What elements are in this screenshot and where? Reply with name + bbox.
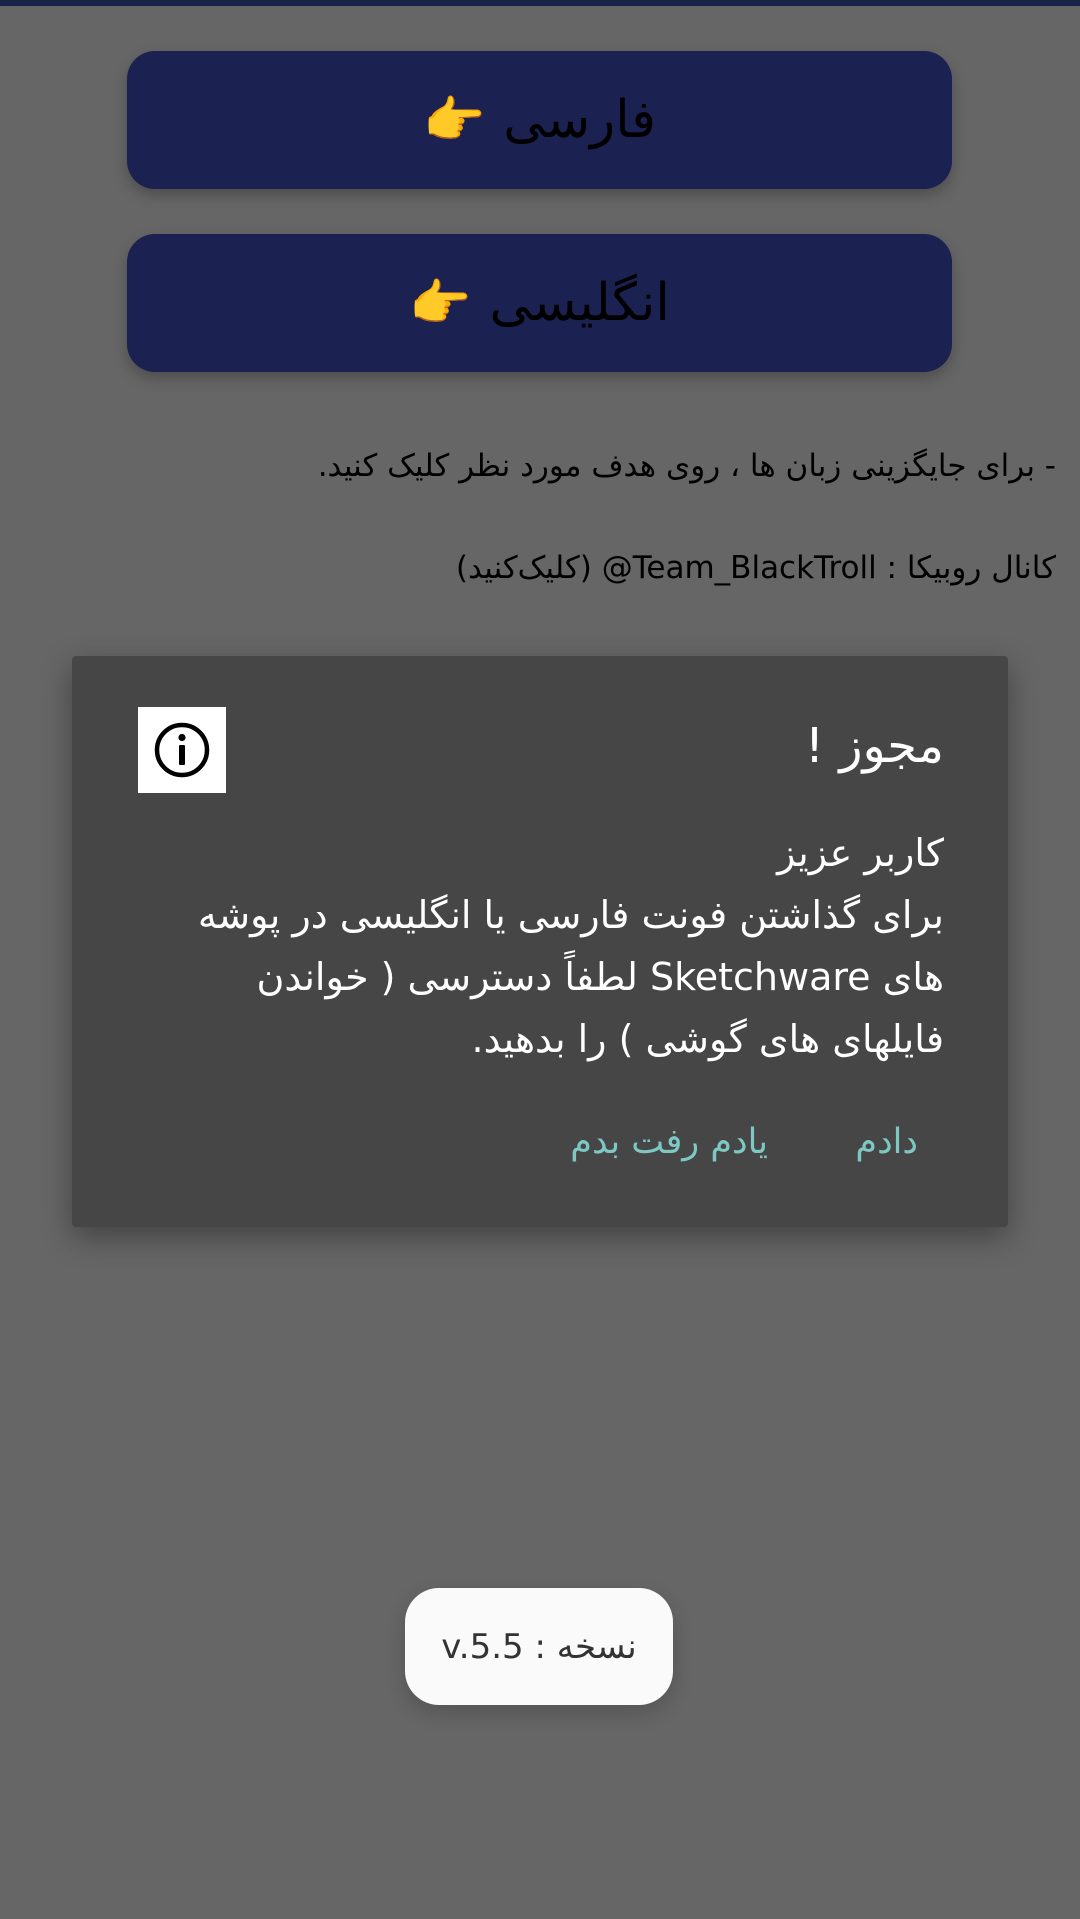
permission-dialog: مجوز ! کاربر عزیز برای گذاشتن فونت فارسی… [72, 656, 1008, 1227]
dialog-title: مجوز ! [804, 718, 944, 774]
grant-permission-button[interactable]: دادم [855, 1122, 918, 1162]
info-icon [138, 707, 226, 793]
english-language-button[interactable]: انگلیسی 👉 [127, 234, 952, 372]
channel-handle: @Team_BlackTroll [601, 550, 877, 586]
language-hint-text: - برای جایگزینی زبان ها ، روی هدف مورد ن… [317, 448, 1056, 484]
remind-later-button[interactable]: یادم رفت بدم [570, 1122, 768, 1162]
pointing-hand-icon: 👉 [423, 90, 486, 149]
dialog-message: کاربر عزیز برای گذاشتن فونت فارسی یا انگ… [134, 822, 944, 1070]
channel-link[interactable]: کانال روبیکا : @Team_BlackTroll (کلیک‌کن… [456, 550, 1056, 586]
pointing-hand-icon: 👉 [409, 273, 472, 332]
version-toast: نسخه : v.5.5 [405, 1588, 673, 1705]
farsi-language-button[interactable]: فارسی 👉 [127, 51, 952, 189]
farsi-button-label: فارسی [503, 90, 656, 150]
english-button-label: انگلیسی [489, 273, 670, 333]
channel-suffix: (کلیک‌کنید) [455, 550, 602, 586]
channel-prefix: کانال روبیکا : [876, 550, 1056, 586]
dialog-message-greeting: کاربر عزیز [777, 831, 944, 875]
status-bar-strip [0, 0, 1080, 6]
dialog-message-text: برای گذاشتن فونت فارسی یا انگلیسی در پوش… [197, 893, 944, 1061]
